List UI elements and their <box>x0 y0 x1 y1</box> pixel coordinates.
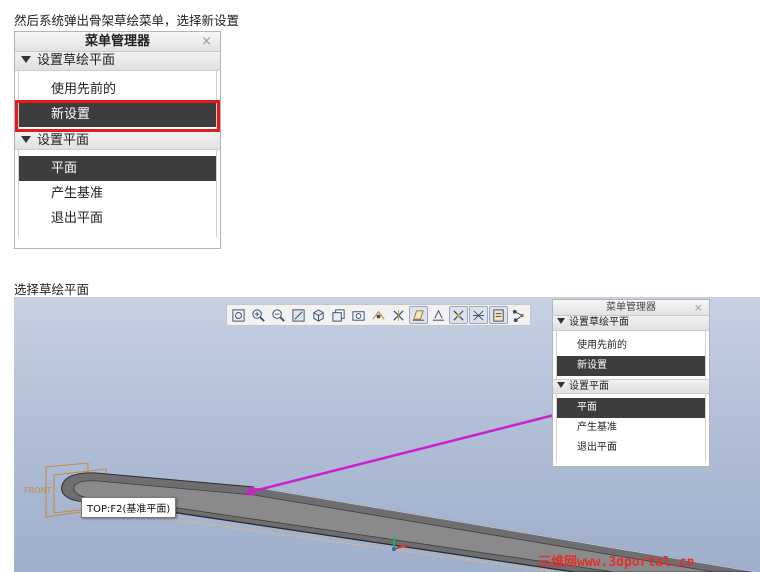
section-set-sketch-plane[interactable]: 设置草绘平面 <box>15 52 220 71</box>
menu-item-quit-plane[interactable]: 退出平面 <box>19 206 216 231</box>
zoom-in-icon[interactable] <box>249 306 268 324</box>
section-label: 设置草绘平面 <box>37 53 116 68</box>
plane-tooltip: TOP:F2(基准平面) <box>81 497 177 518</box>
zoom-window-icon[interactable] <box>229 306 248 324</box>
repaint-icon[interactable] <box>289 306 308 324</box>
menu-item-plane[interactable]: 平面 <box>19 156 216 181</box>
caption-middle: 选择草绘平面 <box>14 282 90 297</box>
menu-item-use-previous[interactable]: 使用先前的 <box>557 336 705 356</box>
plane-menu-list: 平面 产生基准 退出平面 <box>556 394 706 462</box>
section-label: 设置平面 <box>37 133 90 148</box>
section-set-plane[interactable]: 设置平面 <box>15 131 220 150</box>
section-set-plane[interactable]: 设置平面 <box>553 379 709 394</box>
menu-manager-title: 菜单管理器 <box>84 34 150 49</box>
coord-sys-icon[interactable] <box>449 306 468 324</box>
menu-manager-title-bar: 菜单管理器 × <box>553 300 709 316</box>
menu-manager-panel: 菜单管理器 × 设置草绘平面 使用先前的 新设置 设置平面 平面 产生基准 退出… <box>14 31 221 249</box>
collapse-triangle-icon[interactable] <box>21 136 31 143</box>
menu-item-create-datum[interactable]: 产生基准 <box>19 181 216 206</box>
plane-menu-list: 平面 产生基准 退出平面 <box>18 150 217 237</box>
menu-manager-title-bar: 菜单管理器 × <box>15 32 220 52</box>
menu-manager-title: 菜单管理器 <box>606 302 656 313</box>
collapse-triangle-icon[interactable] <box>557 382 565 388</box>
saved-views-icon[interactable] <box>329 306 348 324</box>
zoom-out-icon[interactable] <box>269 306 288 324</box>
front-plane-label: FRONT <box>24 486 51 495</box>
red-highlight-box <box>15 100 220 132</box>
menu-item-new-setup[interactable]: 新设置 <box>557 356 705 376</box>
watermark-url: www.3dportal.cn <box>577 555 695 570</box>
menu-item-plane[interactable]: 平面 <box>557 398 705 418</box>
node-icon[interactable] <box>509 306 528 324</box>
sketch-display-icon[interactable] <box>489 306 508 324</box>
datum-points-icon[interactable] <box>429 306 448 324</box>
view-toolbar <box>226 304 531 326</box>
close-icon[interactable]: × <box>694 300 703 316</box>
pointer-arrow <box>244 409 571 496</box>
caption-top: 然后系统弹出骨架草绘菜单，选择新设置 <box>14 13 240 28</box>
model-viewport[interactable]: FRONT 菜单管理器 × 设置草绘平面 使用先前的 新设置 设置平面 平面 产… <box>14 297 760 572</box>
menu-manager-panel-small: 菜单管理器 × 设置草绘平面 使用先前的 新设置 设置平面 平面 产生基准 退出… <box>552 299 710 467</box>
menu-item-quit-plane[interactable]: 退出平面 <box>557 438 705 458</box>
collapse-triangle-icon[interactable] <box>557 318 565 324</box>
layers-icon[interactable] <box>349 306 368 324</box>
sketch-plane-menu-list: 使用先前的 新设置 <box>556 331 706 379</box>
menu-item-use-previous[interactable]: 使用先前的 <box>19 77 216 102</box>
datum-planes-icon[interactable] <box>389 306 408 324</box>
site-watermark: 三维网www.3dportal.cn <box>538 551 694 570</box>
datum-axes-icon[interactable] <box>409 306 428 324</box>
section-set-sketch-plane[interactable]: 设置草绘平面 <box>553 316 709 331</box>
watermark-site-name: 三维网 <box>538 555 578 570</box>
section-label: 设置平面 <box>569 381 609 392</box>
annotations-icon[interactable] <box>469 306 488 324</box>
menu-item-create-datum[interactable]: 产生基准 <box>557 418 705 438</box>
close-icon[interactable]: × <box>201 32 212 52</box>
collapse-triangle-icon[interactable] <box>21 56 31 63</box>
spin-center-icon[interactable] <box>369 306 388 324</box>
view-orient-icon[interactable] <box>309 306 328 324</box>
section-label: 设置草绘平面 <box>569 317 629 328</box>
